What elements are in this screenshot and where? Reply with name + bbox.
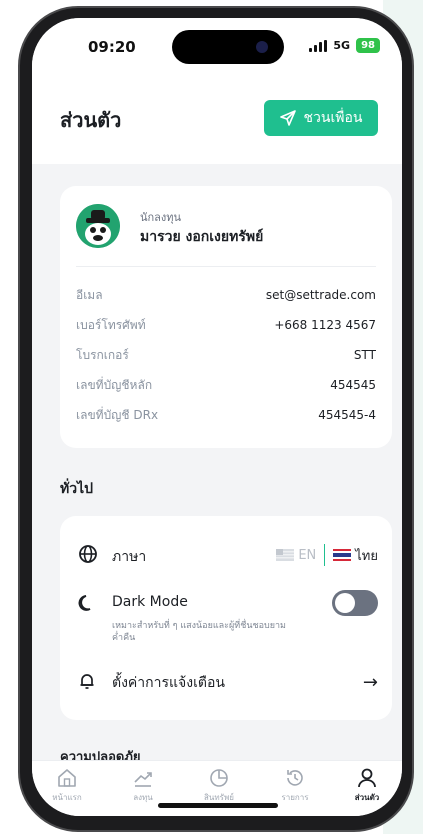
toggle-knob (335, 593, 355, 613)
avatar-character-icon (76, 204, 120, 248)
info-label: โบรกเกอร์ (76, 347, 129, 362)
info-row-main-account: เลขที่บัญชีหลัก 454545 (76, 374, 376, 396)
info-row-drx-account: เลขที่บัญชี DRx 454545-4 (76, 404, 376, 426)
pie-icon (210, 769, 228, 787)
tab-home[interactable]: หน้าแรก (36, 767, 98, 804)
home-indicator (158, 803, 278, 808)
invite-friends-label: ชวนเพื่อน (303, 110, 363, 126)
battery-icon: 98 (356, 38, 380, 53)
info-label: เลขที่บัญชี DRx (76, 407, 159, 422)
tab-history[interactable]: รายการ (264, 767, 326, 804)
network-label: 5G (333, 39, 351, 52)
history-icon (287, 770, 303, 786)
globe-icon (79, 545, 97, 563)
tab-label: ส่วนตัว (354, 793, 380, 802)
moon-icon (78, 595, 91, 611)
signal-icon (309, 39, 328, 52)
language-en-label: EN (298, 547, 317, 563)
general-settings-card: ภาษา EN ไทย Dark Mode เหมาะสำหรับที่ ๆ แ… (60, 516, 392, 720)
info-value: STT (353, 348, 376, 362)
tab-label: หน้าแรก (52, 793, 82, 802)
bell-icon (80, 674, 94, 689)
info-value: 454545 (330, 378, 376, 392)
info-label: เลขที่บัญชีหลัก (76, 377, 153, 392)
language-label: ภาษา (112, 549, 147, 565)
avatar[interactable] (76, 204, 120, 248)
info-row-email: อีเมล set@settrade.com (76, 284, 376, 306)
info-row-phone: เบอร์โทรศัพท์ +668 1123 4567 (76, 314, 376, 336)
language-option-th[interactable]: ไทย (333, 545, 378, 566)
status-indicators: 5G 98 (309, 38, 380, 53)
camera-icon (256, 41, 268, 53)
trend-icon (134, 772, 152, 787)
profile-role: นักลงทุน (140, 211, 182, 224)
tab-profile[interactable]: ส่วนตัว (336, 767, 398, 804)
language-separator (324, 544, 326, 566)
status-time: 09:20 (88, 38, 136, 56)
profile-card: นักลงทุน มารวย งอกเงยทรัพย์ อีเมล set@se… (60, 186, 392, 448)
arrow-right-icon[interactable]: → (363, 672, 378, 693)
notification-settings-label[interactable]: ตั้งค่าการแจ้งเตือน (112, 672, 225, 694)
dark-mode-label: Dark Mode (112, 594, 188, 610)
person-icon (358, 768, 376, 788)
language-th-label: ไทย (355, 548, 378, 564)
divider (76, 266, 376, 267)
language-option-en[interactable]: EN (276, 548, 316, 563)
invite-friends-button[interactable]: ชวนเพื่อน (264, 100, 378, 136)
dynamic-island (172, 30, 284, 64)
tab-invest[interactable]: ลงทุน (112, 767, 174, 804)
send-icon (279, 110, 296, 126)
thai-flag-icon (333, 549, 352, 561)
phone-screen: 09:20 5G 98 ส่วนตัว ชวนเพื่อน นักลงทุน ม… (32, 18, 402, 816)
info-label: เบอร์โทรศัพท์ (76, 317, 146, 332)
page-title: ส่วนตัว (60, 108, 122, 132)
language-switcher: EN ไทย (276, 544, 378, 566)
info-value: 454545-4 (318, 408, 376, 422)
status-bar: 09:20 5G 98 (32, 18, 402, 74)
profile-name: มารวย งอกเงยทรัพย์ (140, 229, 264, 245)
info-value: +668 1123 4567 (274, 318, 376, 332)
section-title-general: ทั่วไป (60, 481, 94, 497)
dark-mode-toggle[interactable] (332, 590, 378, 616)
page-header: ส่วนตัว ชวนเพื่อน (32, 74, 402, 164)
info-value: set@settrade.com (265, 288, 376, 302)
us-flag-icon (276, 549, 295, 561)
dark-mode-description: เหมาะสำหรับที่ ๆ แสงน้อยและผู้ที่ชื่นชอบ… (112, 621, 286, 643)
home-icon (58, 769, 76, 787)
info-label: อีเมล (76, 287, 103, 302)
tab-assets[interactable]: สินทรัพย์ (188, 767, 250, 804)
info-row-broker: โบรกเกอร์ STT (76, 344, 376, 366)
